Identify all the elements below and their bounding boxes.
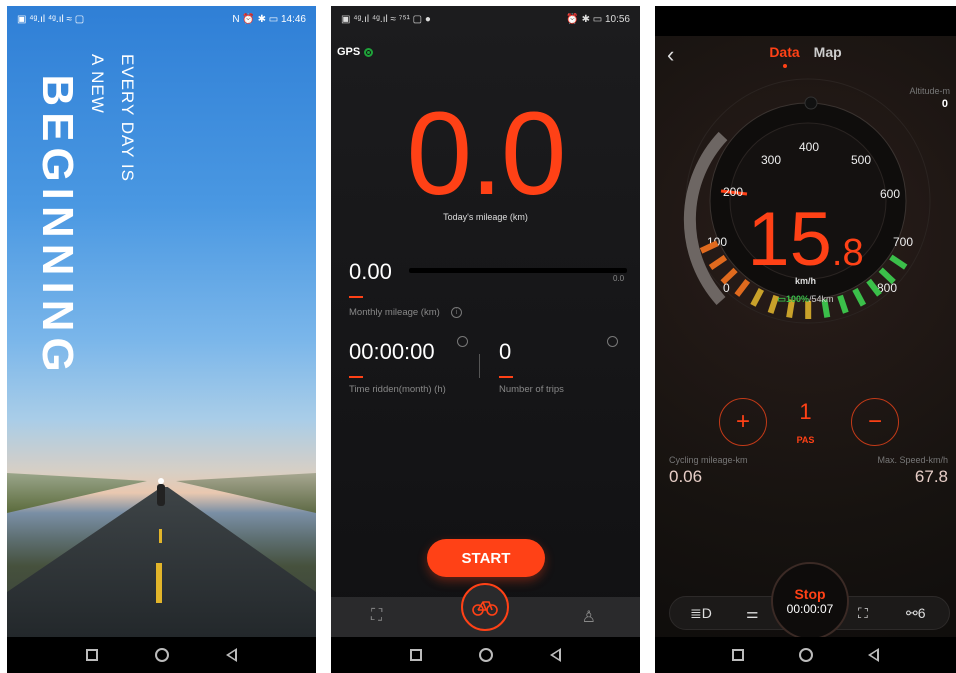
recents-button[interactable] bbox=[409, 649, 422, 661]
monthly-mileage-label: Monthly mileage (km) bbox=[349, 307, 440, 318]
status-left: ▣ ⁴ᵍ.ıl ⁴ᵍ.ıl ≈ ⁷⁵¹ ▢ ● bbox=[341, 13, 431, 25]
clock-icon bbox=[457, 336, 468, 347]
headlight-icon[interactable]: ≣D bbox=[690, 605, 712, 622]
accent-dash bbox=[349, 296, 363, 298]
settings-sliders-icon[interactable]: ⚌ bbox=[746, 605, 759, 622]
battery-readout: ▭100%/54km bbox=[655, 294, 956, 305]
ride-timer: 00:00:07 bbox=[786, 602, 834, 616]
riding-dashboard-screen: ‹ Data Map Altitude-m 0 0 100 200 300 40… bbox=[655, 6, 956, 673]
active-tab-indicator bbox=[783, 64, 787, 68]
tab-data[interactable]: Data bbox=[769, 44, 799, 60]
headline-text: BEGINNING bbox=[33, 74, 82, 378]
battery-icon: ▭ bbox=[777, 294, 786, 304]
system-nav-bar bbox=[655, 637, 956, 673]
info-icon[interactable]: i bbox=[451, 307, 462, 318]
back-button[interactable] bbox=[867, 648, 879, 662]
gauge-tick-500: 500 bbox=[851, 153, 871, 167]
status-bar: ▣ ⁴ᵍ.ıl ⁴ᵍ.ıl ≈ ▢ N ⏰ ✱ ▭ 14:46 bbox=[7, 6, 316, 32]
recents-button[interactable] bbox=[85, 649, 98, 661]
ride-tab-bike-icon[interactable] bbox=[461, 583, 509, 631]
tagline: EVERY DAY IS A NEW bbox=[77, 54, 137, 234]
status-right: N ⏰ ✱ ▭ 14:46 bbox=[232, 13, 306, 25]
road-line bbox=[159, 529, 162, 543]
cycling-mileage-value: 0.06 bbox=[669, 467, 703, 486]
road-line bbox=[156, 563, 162, 603]
accent-dash bbox=[499, 376, 513, 378]
trips-value: 0 bbox=[499, 339, 512, 364]
stop-label: Stop bbox=[794, 586, 826, 602]
speed-readout: 15.8 bbox=[655, 196, 956, 283]
start-button[interactable]: START bbox=[427, 539, 545, 577]
road-image bbox=[7, 487, 316, 637]
home-button[interactable] bbox=[798, 648, 813, 662]
view-tabs: Data Map bbox=[655, 44, 956, 60]
profile-tab-icon[interactable]: ♙ bbox=[582, 607, 596, 627]
home-button[interactable] bbox=[478, 648, 493, 662]
battery-percent: 100% bbox=[785, 294, 810, 304]
battery-range: /54km bbox=[809, 294, 834, 304]
status-left: ▣ ⁴ᵍ.ıl ⁴ᵍ.ıl ≈ ▢ bbox=[17, 13, 85, 25]
gear-value: 6 bbox=[917, 605, 926, 621]
tagline-line1: EVERY DAY IS bbox=[118, 54, 137, 182]
today-mileage-label: Today's mileage (km) bbox=[443, 212, 528, 222]
gps-label: GPS bbox=[337, 46, 361, 58]
monthly-bar-end-label: 0.0 bbox=[613, 274, 625, 283]
divider bbox=[479, 354, 480, 378]
monthly-progress-bar bbox=[409, 268, 627, 273]
status-bar bbox=[655, 6, 956, 36]
cyclist-figure bbox=[157, 478, 165, 506]
pas-label: PAS bbox=[796, 435, 815, 445]
monthly-mileage-value: 0.00 bbox=[349, 259, 392, 284]
home-screen: ▣ ⁴ᵍ.ıl ⁴ᵍ.ıl ≈ ⁷⁵¹ ▢ ● ⏰ ✱ ▭ 10:56 GPS … bbox=[331, 6, 640, 673]
status-bar: ▣ ⁴ᵍ.ıl ⁴ᵍ.ıl ≈ ⁷⁵¹ ▢ ● ⏰ ✱ ▭ 10:56 bbox=[331, 6, 640, 32]
pas-decrease-button[interactable]: − bbox=[851, 398, 899, 446]
speed-unit: km/h bbox=[794, 276, 816, 286]
grass-right bbox=[176, 473, 316, 513]
status-right: ⏰ ✱ ▭ 10:56 bbox=[566, 13, 630, 25]
trips-label: Number of trips bbox=[499, 384, 564, 395]
gps-status-icon bbox=[364, 47, 374, 57]
gps-indicator: GPS bbox=[337, 46, 374, 58]
bottom-tab-bar: ⛶ ♙ bbox=[331, 583, 640, 637]
speed-integer: 15 bbox=[747, 197, 832, 282]
bike-icon bbox=[472, 601, 498, 616]
max-speed-value: 67.8 bbox=[914, 467, 948, 486]
back-button[interactable] bbox=[226, 648, 238, 662]
back-button[interactable] bbox=[550, 648, 562, 662]
map-tab-icon[interactable]: ⛶ bbox=[371, 607, 382, 625]
home-button[interactable] bbox=[154, 648, 169, 662]
gauge-top-knob bbox=[804, 96, 818, 110]
minus-icon: − bbox=[867, 408, 882, 435]
splash-screen: ▣ ⁴ᵍ.ıl ⁴ᵍ.ıl ≈ ▢ N ⏰ ✱ ▭ 14:46 BEGINNIN… bbox=[7, 6, 316, 673]
gear-shift-icon[interactable]: ⚯6 bbox=[906, 605, 926, 622]
today-mileage-value: 0.0 bbox=[406, 88, 566, 220]
accent-dash bbox=[349, 376, 363, 378]
altitude-value: 0 bbox=[941, 98, 948, 110]
pas-level-value: 1 bbox=[799, 399, 812, 424]
tab-map[interactable]: Map bbox=[814, 44, 842, 60]
tagline-line2: A NEW bbox=[88, 54, 107, 114]
max-speed-label: Max. Speed-km/h bbox=[877, 455, 948, 465]
map-icon[interactable]: ⛶ bbox=[858, 605, 868, 622]
speed-decimal: .8 bbox=[831, 232, 864, 274]
recents-button[interactable] bbox=[732, 649, 745, 661]
timer-icon bbox=[607, 336, 618, 347]
gauge-tick-300: 300 bbox=[761, 153, 781, 167]
system-nav-bar bbox=[331, 637, 640, 673]
time-ridden-value: 00:00:00 bbox=[349, 339, 435, 364]
cycling-mileage-label: Cycling mileage-km bbox=[669, 455, 748, 465]
gauge-tick-400: 400 bbox=[799, 140, 819, 154]
system-nav-bar bbox=[7, 637, 316, 673]
time-ridden-label: Time ridden(month) (h) bbox=[349, 384, 446, 395]
stop-button[interactable]: Stop 00:00:07 bbox=[771, 562, 849, 640]
grass-left bbox=[7, 473, 147, 513]
